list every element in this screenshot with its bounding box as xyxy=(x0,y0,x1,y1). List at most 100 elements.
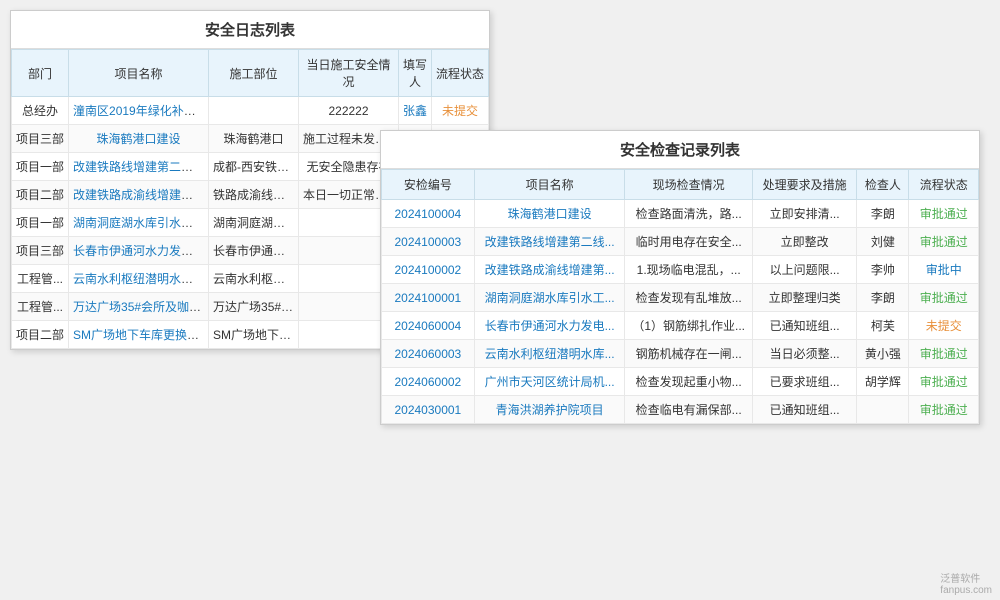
table-row: 2024060003云南水利枢纽潜明水库...钢筋机械存在一闸...当日必须整.… xyxy=(382,340,979,368)
cell-id[interactable]: 2024060002 xyxy=(382,368,475,396)
table-row: 2024100002改建铁路成渝线增建第...1.现场临电混乱，...以上问题限… xyxy=(382,256,979,284)
cell-status: 审批通过 xyxy=(909,200,979,228)
cell-location: 成都-西安铁路... xyxy=(209,153,299,181)
cell-id[interactable]: 2024060004 xyxy=(382,312,475,340)
cell-location xyxy=(209,97,299,125)
cell-dept: 项目一部 xyxy=(12,209,69,237)
cell-project[interactable]: SM广场地下车库更换摄... xyxy=(69,321,209,349)
cell-dept: 项目三部 xyxy=(12,125,69,153)
cell-inspection: 检查临电有漏保部... xyxy=(625,396,753,424)
col-location: 施工部位 xyxy=(209,50,299,97)
cell-person[interactable]: 张鑫 xyxy=(399,97,432,125)
cell-project[interactable]: 改建铁路线增建第二线... xyxy=(474,228,625,256)
cell-project[interactable]: 湖南洞庭湖水库引水工... xyxy=(474,284,625,312)
cell-id[interactable]: 2024030001 xyxy=(382,396,475,424)
cell-project[interactable]: 云南水利枢纽潜明水库一... xyxy=(69,265,209,293)
cell-inspector: 胡学辉 xyxy=(857,368,909,396)
cell-status: 审批通过 xyxy=(909,284,979,312)
cell-status: 审批通过 xyxy=(909,340,979,368)
cell-inspector: 刘健 xyxy=(857,228,909,256)
cell-dept: 项目二部 xyxy=(12,321,69,349)
cell-location: 长春市伊通河水... xyxy=(209,237,299,265)
cell-inspector: 黄小强 xyxy=(857,340,909,368)
cell-project[interactable]: 广州市天河区统计局机... xyxy=(474,368,625,396)
cell-inspector: 李帅 xyxy=(857,256,909,284)
cell-dept: 项目二部 xyxy=(12,181,69,209)
table-row: 2024060002广州市天河区统计局机...检查发现起重小物...已要求班组.… xyxy=(382,368,979,396)
cell-project[interactable]: 珠海鹤港口建设 xyxy=(474,200,625,228)
cell-inspection: 钢筋机械存在一闸... xyxy=(625,340,753,368)
cell-project[interactable]: 长春市伊通河水力发电... xyxy=(474,312,625,340)
table-row: 2024100004珠海鹤港口建设检查路面清洗，路...立即安排清...李朗审批… xyxy=(382,200,979,228)
right-table: 安检编号 项目名称 现场检查情况 处理要求及措施 检查人 流程状态 202410… xyxy=(381,169,979,424)
right-table-body: 2024100004珠海鹤港口建设检查路面清洗，路...立即安排清...李朗审批… xyxy=(382,200,979,424)
cell-project[interactable]: 青海洪湖养护院项目 xyxy=(474,396,625,424)
cell-status: 未提交 xyxy=(909,312,979,340)
cell-location: 云南水利枢纽潜... xyxy=(209,265,299,293)
cell-project[interactable]: 万达广场35#会所及咖啡... xyxy=(69,293,209,321)
cell-measures: 立即整理归类 xyxy=(752,284,856,312)
cell-measures: 已通知班组... xyxy=(752,396,856,424)
cell-project[interactable]: 湖南洞庭湖水库引水工程... xyxy=(69,209,209,237)
cell-id[interactable]: 2024060003 xyxy=(382,340,475,368)
cell-status: 未提交 xyxy=(432,97,489,125)
watermark-line2: fanpus.com xyxy=(940,585,992,596)
watermark-line1: 泛普软件 xyxy=(940,574,980,585)
cell-status: 审批通过 xyxy=(909,228,979,256)
cell-project[interactable]: 潼南区2019年绿化补贴项... xyxy=(69,97,209,125)
cell-project[interactable]: 长春市伊通河水力发电厂... xyxy=(69,237,209,265)
cell-id[interactable]: 2024100003 xyxy=(382,228,475,256)
cell-id[interactable]: 2024100004 xyxy=(382,200,475,228)
cell-measures: 已通知班组... xyxy=(752,312,856,340)
col-measures: 处理要求及措施 xyxy=(752,170,856,200)
cell-project[interactable]: 珠海鹤港口建设 xyxy=(69,125,209,153)
cell-inspector xyxy=(857,396,909,424)
cell-inspector: 李朗 xyxy=(857,200,909,228)
left-panel-title: 安全日志列表 xyxy=(11,11,489,49)
cell-inspection: 临时用电存在安全... xyxy=(625,228,753,256)
cell-measures: 当日必须整... xyxy=(752,340,856,368)
cell-project[interactable]: 改建铁路成渝线增建第二... xyxy=(69,181,209,209)
right-panel: 安全检查记录列表 安检编号 项目名称 现场检查情况 处理要求及措施 检查人 流程… xyxy=(380,130,980,425)
col-project-r: 项目名称 xyxy=(474,170,625,200)
cell-location: 铁路成渝线（成... xyxy=(209,181,299,209)
cell-measures: 立即整改 xyxy=(752,228,856,256)
cell-dept: 项目三部 xyxy=(12,237,69,265)
cell-measures: 立即安排清... xyxy=(752,200,856,228)
right-table-header: 安检编号 项目名称 现场检查情况 处理要求及措施 检查人 流程状态 xyxy=(382,170,979,200)
cell-inspection: （1）钢筋绑扎作业... xyxy=(625,312,753,340)
cell-inspection: 检查发现起重小物... xyxy=(625,368,753,396)
left-table-header: 部门 项目名称 施工部位 当日施工安全情况 填写人 流程状态 xyxy=(12,50,489,97)
table-row: 2024100001湖南洞庭湖水库引水工...检查发现有乱堆放...立即整理归类… xyxy=(382,284,979,312)
cell-id[interactable]: 2024100001 xyxy=(382,284,475,312)
cell-status: 审批中 xyxy=(909,256,979,284)
col-project: 项目名称 xyxy=(69,50,209,97)
cell-dept: 项目一部 xyxy=(12,153,69,181)
table-row: 总经办潼南区2019年绿化补贴项...222222张鑫未提交 xyxy=(12,97,489,125)
cell-status: 审批通过 xyxy=(909,396,979,424)
cell-inspector: 柯芙 xyxy=(857,312,909,340)
right-panel-title: 安全检查记录列表 xyxy=(381,131,979,169)
cell-id[interactable]: 2024100002 xyxy=(382,256,475,284)
cell-status: 审批通过 xyxy=(909,368,979,396)
cell-location: 万达广场35#会... xyxy=(209,293,299,321)
cell-inspector: 李朗 xyxy=(857,284,909,312)
cell-project[interactable]: 改建铁路线增建第二线直... xyxy=(69,153,209,181)
col-status-r: 流程状态 xyxy=(909,170,979,200)
col-status: 流程状态 xyxy=(432,50,489,97)
cell-inspection: 检查路面清洗，路... xyxy=(625,200,753,228)
cell-project[interactable]: 改建铁路成渝线增建第... xyxy=(474,256,625,284)
col-id: 安检编号 xyxy=(382,170,475,200)
col-person: 填写人 xyxy=(399,50,432,97)
cell-safety: 222222 xyxy=(299,97,399,125)
col-dept: 部门 xyxy=(12,50,69,97)
cell-location: 珠海鹤港口 xyxy=(209,125,299,153)
col-safety: 当日施工安全情况 xyxy=(299,50,399,97)
col-inspection: 现场检查情况 xyxy=(625,170,753,200)
watermark: 泛普软件 fanpus.com xyxy=(940,570,992,596)
cell-location: 湖南洞庭湖水库 xyxy=(209,209,299,237)
cell-project[interactable]: 云南水利枢纽潜明水库... xyxy=(474,340,625,368)
cell-measures: 以上问题限... xyxy=(752,256,856,284)
table-row: 2024060004长春市伊通河水力发电...（1）钢筋绑扎作业...已通知班组… xyxy=(382,312,979,340)
col-inspector: 检查人 xyxy=(857,170,909,200)
